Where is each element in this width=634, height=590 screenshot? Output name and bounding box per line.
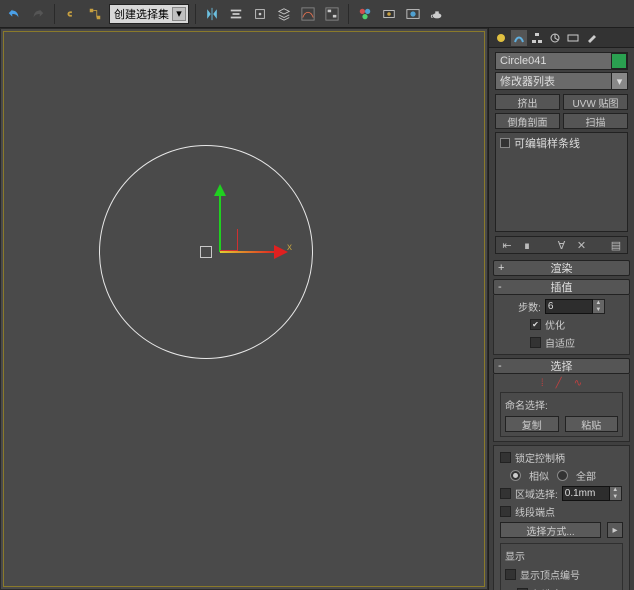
steps-spinner[interactable]: ▲▼ (593, 299, 605, 314)
dropdown-caret-icon: ▾ (611, 73, 627, 89)
rollout-interp-header[interactable]: - 插值 (493, 279, 630, 295)
show-end-result-icon[interactable]: ∎ (520, 238, 534, 252)
paste-button[interactable]: 粘贴 (565, 416, 619, 432)
adaptive-checkbox[interactable] (530, 337, 541, 348)
object-name-field[interactable]: Circle041 (495, 52, 628, 70)
area-select-input[interactable] (562, 486, 610, 501)
adaptive-label: 自适应 (545, 335, 575, 350)
select-by-button[interactable]: 选择方式... (500, 522, 601, 538)
area-select-checkbox[interactable] (500, 488, 511, 499)
x-axis-label: x (287, 242, 292, 253)
area-select-spinner[interactable]: ▲▼ (610, 486, 622, 501)
curve-editor-icon[interactable] (298, 4, 318, 24)
pin-stack-icon[interactable]: ⇤ (500, 238, 514, 252)
rollout-interp-title: 插值 (494, 279, 629, 295)
modifier-list-dropdown[interactable]: 修改器列表 ▾ (495, 72, 628, 90)
segment-end-checkbox[interactable] (500, 506, 511, 517)
dropdown-caret-icon: ▾ (172, 7, 186, 21)
command-panel: Circle041 修改器列表 ▾ 挤出 UVW 贴图 倒角剖面 扫描 可编辑样… (488, 28, 634, 590)
configure-sets-icon[interactable]: ▤ (609, 238, 623, 252)
selection-set-label: 创建选择集 (114, 6, 169, 22)
y-axis-arrow-icon (214, 184, 226, 196)
remove-modifier-icon[interactable]: ✕ (575, 238, 589, 252)
mirror-icon[interactable] (202, 4, 222, 24)
named-sel-label: 命名选择: (505, 397, 548, 412)
similar-label: 相似 (529, 468, 549, 483)
lock-handles-label: 锁定控制柄 (515, 450, 565, 465)
undo-icon[interactable] (4, 4, 24, 24)
hierarchy-tab-icon[interactable] (529, 30, 545, 46)
all-radio[interactable] (557, 470, 568, 481)
collapse-icon: - (498, 281, 502, 293)
command-panel-tabs (489, 28, 634, 48)
gizmo-center[interactable] (200, 246, 212, 258)
area-select-label: 区域选择: (515, 486, 558, 501)
extrude-button[interactable]: 挤出 (495, 94, 560, 110)
collapse-icon: - (498, 360, 502, 372)
schematic-view-icon[interactable] (322, 4, 342, 24)
segment-subobj-icon[interactable]: ╱ (556, 378, 562, 389)
selected-only-label: 仅选定 (532, 586, 562, 590)
object-color-swatch[interactable] (611, 53, 627, 69)
teapot-icon[interactable] (427, 4, 447, 24)
all-label: 全部 (576, 468, 596, 483)
steps-label: 步数: (518, 299, 541, 314)
rollout-select-header[interactable]: - 选择 (493, 358, 630, 374)
viewport[interactable]: x (0, 28, 488, 590)
display-group-label: 显示 (505, 548, 525, 563)
modify-tab-icon[interactable] (511, 30, 527, 46)
steps-input[interactable] (545, 299, 593, 314)
stack-item-label: 可编辑样条线 (514, 135, 580, 151)
layers-icon[interactable] (274, 4, 294, 24)
selection-set-dropdown[interactable]: 创建选择集 ▾ (109, 4, 189, 24)
modifier-stack[interactable]: 可编辑样条线 (495, 132, 628, 232)
select-by-flyout-button[interactable]: ▸ (607, 522, 623, 538)
segment-end-label: 线段端点 (515, 504, 555, 519)
expand-icon: + (498, 262, 504, 274)
utilities-tab-icon[interactable] (583, 30, 599, 46)
vertex-subobj-icon[interactable]: ⁞ (541, 378, 544, 389)
snap-toggle-icon[interactable] (250, 4, 270, 24)
schematic-icon[interactable] (85, 4, 105, 24)
optimize-label: 优化 (545, 317, 565, 332)
x-axis[interactable] (220, 251, 276, 253)
motion-tab-icon[interactable] (547, 30, 563, 46)
align-icon[interactable] (226, 4, 246, 24)
display-tab-icon[interactable] (565, 30, 581, 46)
create-tab-icon[interactable] (493, 30, 509, 46)
subobject-icons: ⁞ ╱ ∿ (500, 378, 623, 389)
rollout-render-header[interactable]: + 渲染 (493, 260, 630, 276)
rollout-render-title: 渲染 (494, 260, 629, 276)
rollout-select-title: 选择 (494, 358, 629, 374)
show-vertex-num-label: 显示顶点编号 (520, 567, 580, 582)
make-unique-icon[interactable]: ∀ (555, 238, 569, 252)
xy-plane-handle[interactable] (220, 229, 238, 251)
x-axis-arrow-icon (274, 245, 288, 259)
uvw-map-button[interactable]: UVW 贴图 (563, 94, 628, 110)
modifier-stack-item[interactable]: 可编辑样条线 (500, 135, 623, 151)
modifier-list-label: 修改器列表 (500, 73, 555, 89)
stack-toolbar: ⇤ ∎ ∀ ✕ ▤ (495, 236, 628, 254)
object-name-text: Circle041 (500, 55, 546, 67)
material-editor-icon[interactable] (355, 4, 375, 24)
render-frame-icon[interactable] (403, 4, 423, 24)
copy-button[interactable]: 复制 (505, 416, 559, 432)
redo-icon[interactable] (28, 4, 48, 24)
chamfer-button[interactable]: 倒角剖面 (495, 113, 560, 129)
stack-expand-icon[interactable] (500, 138, 510, 148)
optimize-checkbox[interactable] (530, 319, 541, 330)
render-setup-icon[interactable] (379, 4, 399, 24)
show-vertex-num-checkbox[interactable] (505, 569, 516, 580)
main-toolbar: 创建选择集 ▾ (0, 0, 634, 28)
link-icon[interactable] (61, 4, 81, 24)
sweep-button[interactable]: 扫描 (563, 113, 628, 129)
spline-subobj-icon[interactable]: ∿ (574, 378, 582, 389)
similar-radio[interactable] (510, 470, 521, 481)
lock-handles-checkbox[interactable] (500, 452, 511, 463)
